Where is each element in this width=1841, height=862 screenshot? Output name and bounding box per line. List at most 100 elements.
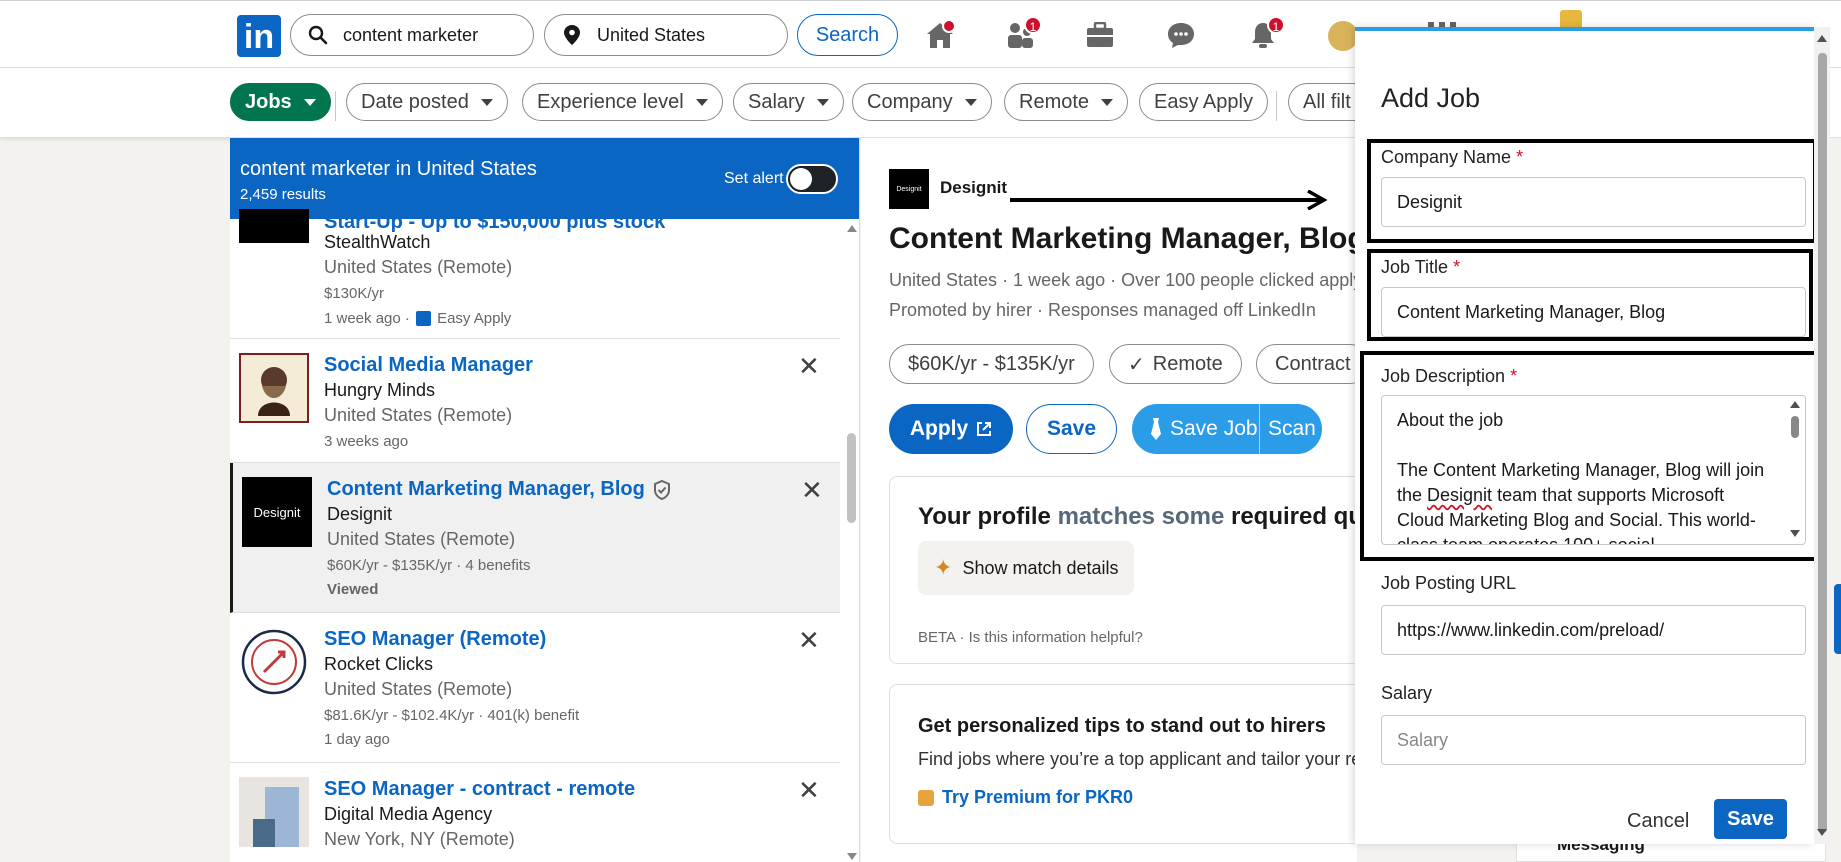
dismiss-job-icon[interactable]: ✕ xyxy=(798,351,820,382)
check-icon: ✓ xyxy=(1128,353,1145,376)
search-input[interactable]: content marketer xyxy=(290,14,534,56)
chevron-down-icon xyxy=(695,98,708,106)
results-title: content marketer in United States xyxy=(240,158,537,180)
save-button[interactable]: Save xyxy=(1026,404,1117,454)
job-list-item[interactable]: Social Media Manager Hungry Minds United… xyxy=(230,339,840,463)
home-dot xyxy=(942,19,956,33)
scrollbar-thumb[interactable] xyxy=(847,433,856,523)
panel-scrollbar[interactable] xyxy=(1814,27,1830,844)
job-detail-promoted: Promoted by hirer · Responses managed of… xyxy=(889,300,1316,320)
job-posting-url-input[interactable]: https://www.linkedin.com/preload/ xyxy=(1381,605,1806,655)
scan-button[interactable]: Scan xyxy=(1260,417,1316,441)
remote-filter[interactable]: Remote xyxy=(1004,83,1129,121)
job-list-item[interactable]: SEO Manager - contract - remote Digital … xyxy=(230,763,840,862)
try-premium-link[interactable]: Try Premium for PKR0 xyxy=(918,787,1133,808)
tips-heading: Get personalized tips to stand out to hi… xyxy=(918,715,1326,737)
profile-match-card: Your profile matches some required qu ✦ … xyxy=(889,476,1357,664)
job-detail-panel: Designit Designit Content Marketing Mana… xyxy=(861,138,1357,862)
job-company: Designit xyxy=(327,504,393,524)
scrollbar-thumb[interactable] xyxy=(1818,53,1827,833)
cancel-button[interactable]: Cancel xyxy=(1627,810,1689,833)
results-count: 2,459 results xyxy=(240,186,326,203)
job-title[interactable]: Start-Up - Up to $150,000 plus stock xyxy=(324,211,665,234)
search-value: content marketer xyxy=(343,24,479,45)
easy-apply-filter[interactable]: Easy Apply xyxy=(1139,83,1268,121)
tips-body: Find jobs where you’re a top applicant a… xyxy=(918,749,1357,769)
contract-tag: Contract xyxy=(1256,344,1357,384)
extension-save-job-button[interactable]: Save Job Scan xyxy=(1132,404,1322,454)
profile-avatar[interactable] xyxy=(1328,21,1358,51)
job-title[interactable]: SEO Manager (Remote) xyxy=(324,628,546,651)
company-logo xyxy=(239,353,309,423)
show-match-details-button[interactable]: ✦ Show match details xyxy=(918,541,1134,595)
location-input[interactable]: United States xyxy=(544,14,788,56)
set-alert-label: Set alert xyxy=(724,170,784,187)
company-name-input[interactable]: Designit xyxy=(1381,177,1806,227)
job-title[interactable]: SEO Manager - contract - remote xyxy=(324,778,635,801)
company-logo xyxy=(239,209,309,243)
profile-match-heading: Your profile matches some required qu xyxy=(918,503,1357,530)
save-job-button[interactable]: Save Job xyxy=(1132,404,1260,454)
beta-feedback[interactable]: BETA · Is this information helpful? xyxy=(918,629,1143,646)
chevron-down-icon xyxy=(303,98,316,106)
jobs-filter-pill[interactable]: Jobs xyxy=(230,83,331,121)
dismiss-job-icon[interactable]: ✕ xyxy=(801,475,823,506)
linkedin-logo[interactable]: in xyxy=(237,15,281,57)
sparkle-icon: ✦ xyxy=(934,555,953,580)
premium-tips-card: Get personalized tips to stand out to hi… xyxy=(889,684,1357,844)
external-link-icon xyxy=(976,421,992,437)
apply-button[interactable]: Apply xyxy=(889,404,1013,454)
search-button[interactable]: Search xyxy=(797,14,898,56)
job-list-scrollbar[interactable] xyxy=(844,219,858,862)
chevron-down-icon xyxy=(964,98,977,106)
textarea-scrollbar[interactable] xyxy=(1787,398,1803,542)
side-tab[interactable] xyxy=(1834,584,1841,654)
job-location: New York, NY (Remote) xyxy=(324,829,515,849)
job-title-input[interactable]: Content Marketing Manager, Blog xyxy=(1381,287,1806,337)
notifications-bell-icon[interactable]: 1 xyxy=(1245,16,1285,51)
job-detail-subtitle: United States · 1 week ago · Over 100 pe… xyxy=(889,270,1357,290)
job-title-label: Job Title * xyxy=(1381,257,1461,277)
job-title[interactable]: Social Media Manager xyxy=(324,354,533,377)
linkedin-small-icon xyxy=(416,311,432,326)
messaging-icon[interactable] xyxy=(1163,19,1199,51)
filter-divider xyxy=(335,91,336,121)
experience-level-filter[interactable]: Experience level xyxy=(522,83,723,121)
company-name[interactable]: Designit xyxy=(940,178,1007,198)
company-filter[interactable]: Company xyxy=(852,83,992,121)
my-network-icon[interactable]: 1 xyxy=(1002,16,1042,51)
briefcase-icon[interactable] xyxy=(1082,19,1118,51)
job-footer: 3 weeks ago xyxy=(324,433,409,450)
date-posted-filter[interactable]: Date posted xyxy=(346,83,508,121)
job-location: United States (Remote) xyxy=(324,679,513,699)
job-posting-url-label: Job Posting URL xyxy=(1381,573,1517,593)
job-location: United States (Remote) xyxy=(324,257,513,277)
job-location: United States (Remote) xyxy=(324,405,513,425)
home-icon[interactable] xyxy=(922,19,958,51)
salary-filter[interactable]: Salary xyxy=(733,83,844,121)
set-alert-toggle[interactable] xyxy=(786,164,838,194)
dismiss-job-icon[interactable]: ✕ xyxy=(798,625,820,656)
salary-input[interactable]: Salary xyxy=(1381,715,1806,765)
job-title[interactable]: Content Marketing Manager, Blog xyxy=(327,478,671,501)
toggle-knob xyxy=(790,168,812,190)
chevron-down-icon xyxy=(480,98,493,106)
annotation-arrow xyxy=(1010,190,1328,210)
job-list-item-selected[interactable]: Designit Content Marketing Manager, Blog… xyxy=(230,463,840,613)
job-list-item[interactable]: SEO Manager (Remote) Rocket Clicks Unite… xyxy=(230,613,840,763)
verified-shield-icon xyxy=(653,479,671,500)
search-icon xyxy=(305,25,331,45)
company-name-label: Company Name * xyxy=(1381,147,1524,167)
save-job-modal-button[interactable]: Save xyxy=(1714,799,1787,839)
salary-label: Salary xyxy=(1381,683,1433,703)
company-logo xyxy=(239,627,309,697)
company-logo[interactable]: Designit xyxy=(889,169,929,209)
job-footer: 1 day ago xyxy=(324,731,390,748)
dismiss-job-icon[interactable]: ✕ xyxy=(798,775,820,806)
location-value: United States xyxy=(597,24,706,45)
company-logo xyxy=(239,777,309,847)
job-description-textarea[interactable]: About the job The Content Marketing Mana… xyxy=(1381,395,1806,545)
job-list-item[interactable]: Start-Up - Up to $150,000 plus stock Ste… xyxy=(230,209,840,339)
salary-tag: $60K/yr - $135K/yr xyxy=(889,344,1094,384)
premium-icon xyxy=(918,789,934,806)
